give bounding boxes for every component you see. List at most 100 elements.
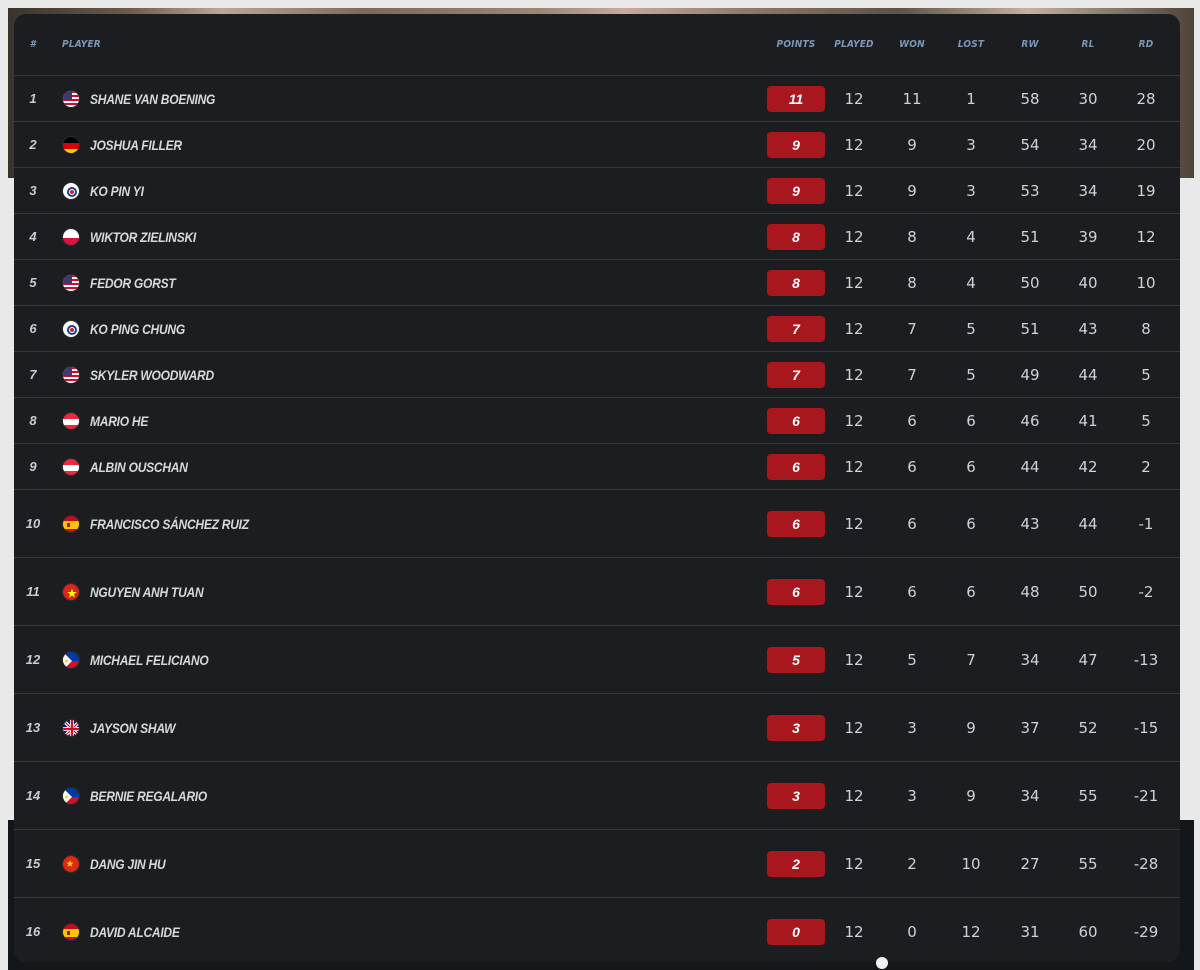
rank-cell: 12 bbox=[22, 626, 44, 693]
rank-cell: 15 bbox=[22, 830, 44, 897]
player-name: JAYSON SHAW bbox=[90, 719, 176, 736]
lost-value: 3 bbox=[966, 181, 976, 200]
played-value: 12 bbox=[844, 786, 864, 805]
table-row: 5 FEDOR GORST 8 12 8 4 50 40 10 bbox=[14, 260, 1180, 306]
racks-lost-value: 34 bbox=[1078, 135, 1098, 154]
philippines-flag-icon bbox=[62, 650, 80, 669]
player-cell: ALBIN OUSCHAN bbox=[62, 444, 662, 489]
played-value: 12 bbox=[844, 181, 864, 200]
played-value: 12 bbox=[844, 365, 864, 384]
lost-value: 4 bbox=[966, 273, 976, 292]
player-cell: KO PING CHUNG bbox=[62, 306, 662, 351]
table-row: 2 JOSHUA FILLER 9 12 9 3 54 34 20 bbox=[14, 122, 1180, 168]
rank-cell: 11 bbox=[22, 558, 44, 625]
rank: 10 bbox=[25, 515, 41, 531]
chinese-taipei-flag-icon bbox=[62, 319, 80, 338]
won-value: 6 bbox=[907, 411, 917, 430]
player-cell: MICHAEL FELICIANO bbox=[62, 626, 662, 693]
austria-flag-icon bbox=[62, 457, 80, 476]
racks-lost-value: 52 bbox=[1078, 718, 1098, 737]
player-name: WIKTOR ZIELINSKI bbox=[90, 228, 197, 245]
rank: 9 bbox=[29, 458, 37, 474]
points-badge: 3 bbox=[767, 782, 825, 809]
header-racks-lost: RL bbox=[1081, 39, 1095, 50]
player-name: JOSHUA FILLER bbox=[90, 136, 182, 153]
table-row: 4 WIKTOR ZIELINSKI 8 12 8 4 51 39 12 bbox=[14, 214, 1180, 260]
racks-won-value: 50 bbox=[1020, 273, 1040, 292]
table-row: 14 BERNIE REGALARIO 3 12 3 9 34 55 -21 bbox=[14, 762, 1180, 830]
lost-value: 12 bbox=[961, 922, 981, 941]
player-cell: SHANE VAN BOENING bbox=[62, 76, 662, 121]
points-cell: 9 bbox=[766, 122, 826, 167]
racks-lost-value: 40 bbox=[1078, 273, 1098, 292]
points-badge: 6 bbox=[767, 407, 825, 434]
won-value: 2 bbox=[907, 854, 917, 873]
player-name: SHANE VAN BOENING bbox=[90, 90, 216, 107]
racks-won-value: 58 bbox=[1020, 89, 1040, 108]
austria-flag-icon bbox=[62, 411, 80, 430]
racks-won-value: 48 bbox=[1020, 582, 1040, 601]
points-badge: 6 bbox=[767, 510, 825, 537]
played-value: 12 bbox=[844, 411, 864, 430]
won-value: 11 bbox=[902, 89, 922, 108]
points-cell: 9 bbox=[766, 168, 826, 213]
points-badge: 11 bbox=[767, 85, 825, 112]
header-played: PLAYED bbox=[834, 39, 874, 50]
points-badge: 6 bbox=[767, 578, 825, 605]
rack-difference-value: -28 bbox=[1133, 854, 1159, 873]
points-cell: 7 bbox=[766, 352, 826, 397]
player-name: DAVID ALCAIDE bbox=[90, 923, 180, 940]
played-value: 12 bbox=[844, 319, 864, 338]
racks-lost-value: 44 bbox=[1078, 365, 1098, 384]
points-cell: 6 bbox=[766, 490, 826, 557]
points-badge: 5 bbox=[767, 646, 825, 673]
scroll-indicator[interactable] bbox=[876, 957, 888, 969]
points-cell: 7 bbox=[766, 306, 826, 351]
rack-difference-value: 12 bbox=[1136, 227, 1156, 246]
racks-lost-value: 60 bbox=[1078, 922, 1098, 941]
racks-lost-value: 55 bbox=[1078, 786, 1098, 805]
rank-cell: 5 bbox=[22, 260, 44, 305]
standings-table: # PLAYER POINTS PLAYED WON LOST RW RL RD… bbox=[14, 14, 1180, 962]
racks-lost-value: 41 bbox=[1078, 411, 1098, 430]
poland-flag-icon bbox=[62, 227, 80, 246]
rank: 12 bbox=[25, 651, 41, 667]
rack-difference-value: 10 bbox=[1136, 273, 1156, 292]
rank: 16 bbox=[25, 923, 41, 939]
won-value: 9 bbox=[907, 181, 917, 200]
racks-won-value: 37 bbox=[1020, 718, 1040, 737]
rank: 6 bbox=[29, 320, 37, 336]
points-badge: 9 bbox=[767, 177, 825, 204]
rank-cell: 13 bbox=[22, 694, 44, 761]
racks-lost-value: 44 bbox=[1078, 514, 1098, 533]
table-row: 1 SHANE VAN BOENING 11 12 11 1 58 30 28 bbox=[14, 76, 1180, 122]
won-value: 9 bbox=[907, 135, 917, 154]
lost-value: 5 bbox=[966, 319, 976, 338]
points-cell: 3 bbox=[766, 762, 826, 829]
rank: 13 bbox=[25, 719, 41, 735]
lost-value: 6 bbox=[966, 457, 976, 476]
player-cell: FRANCISCO SÁNCHEZ RUIZ bbox=[62, 490, 662, 557]
racks-lost-value: 47 bbox=[1078, 650, 1098, 669]
points-cell: 6 bbox=[766, 444, 826, 489]
table-row: 10 FRANCISCO SÁNCHEZ RUIZ 6 12 6 6 43 44 -1 bbox=[14, 490, 1180, 558]
germany-flag-icon bbox=[62, 135, 80, 154]
player-cell: DAVID ALCAIDE bbox=[62, 898, 662, 962]
racks-lost-value: 34 bbox=[1078, 181, 1098, 200]
won-value: 3 bbox=[907, 718, 917, 737]
points-cell: 3 bbox=[766, 694, 826, 761]
chinese-taipei-flag-icon bbox=[62, 181, 80, 200]
racks-lost-value: 55 bbox=[1078, 854, 1098, 873]
points-cell: 6 bbox=[766, 558, 826, 625]
racks-lost-value: 39 bbox=[1078, 227, 1098, 246]
header-player: PLAYER bbox=[62, 39, 101, 50]
rank: 3 bbox=[29, 182, 37, 198]
points-badge: 2 bbox=[767, 850, 825, 877]
player-name: FEDOR GORST bbox=[90, 274, 176, 291]
usa-flag-icon bbox=[62, 273, 80, 292]
rank: 15 bbox=[25, 855, 41, 871]
racks-won-value: 34 bbox=[1020, 786, 1040, 805]
player-name: ALBIN OUSCHAN bbox=[90, 458, 188, 475]
player-cell: DANG JIN HU bbox=[62, 830, 662, 897]
points-badge: 6 bbox=[767, 453, 825, 480]
